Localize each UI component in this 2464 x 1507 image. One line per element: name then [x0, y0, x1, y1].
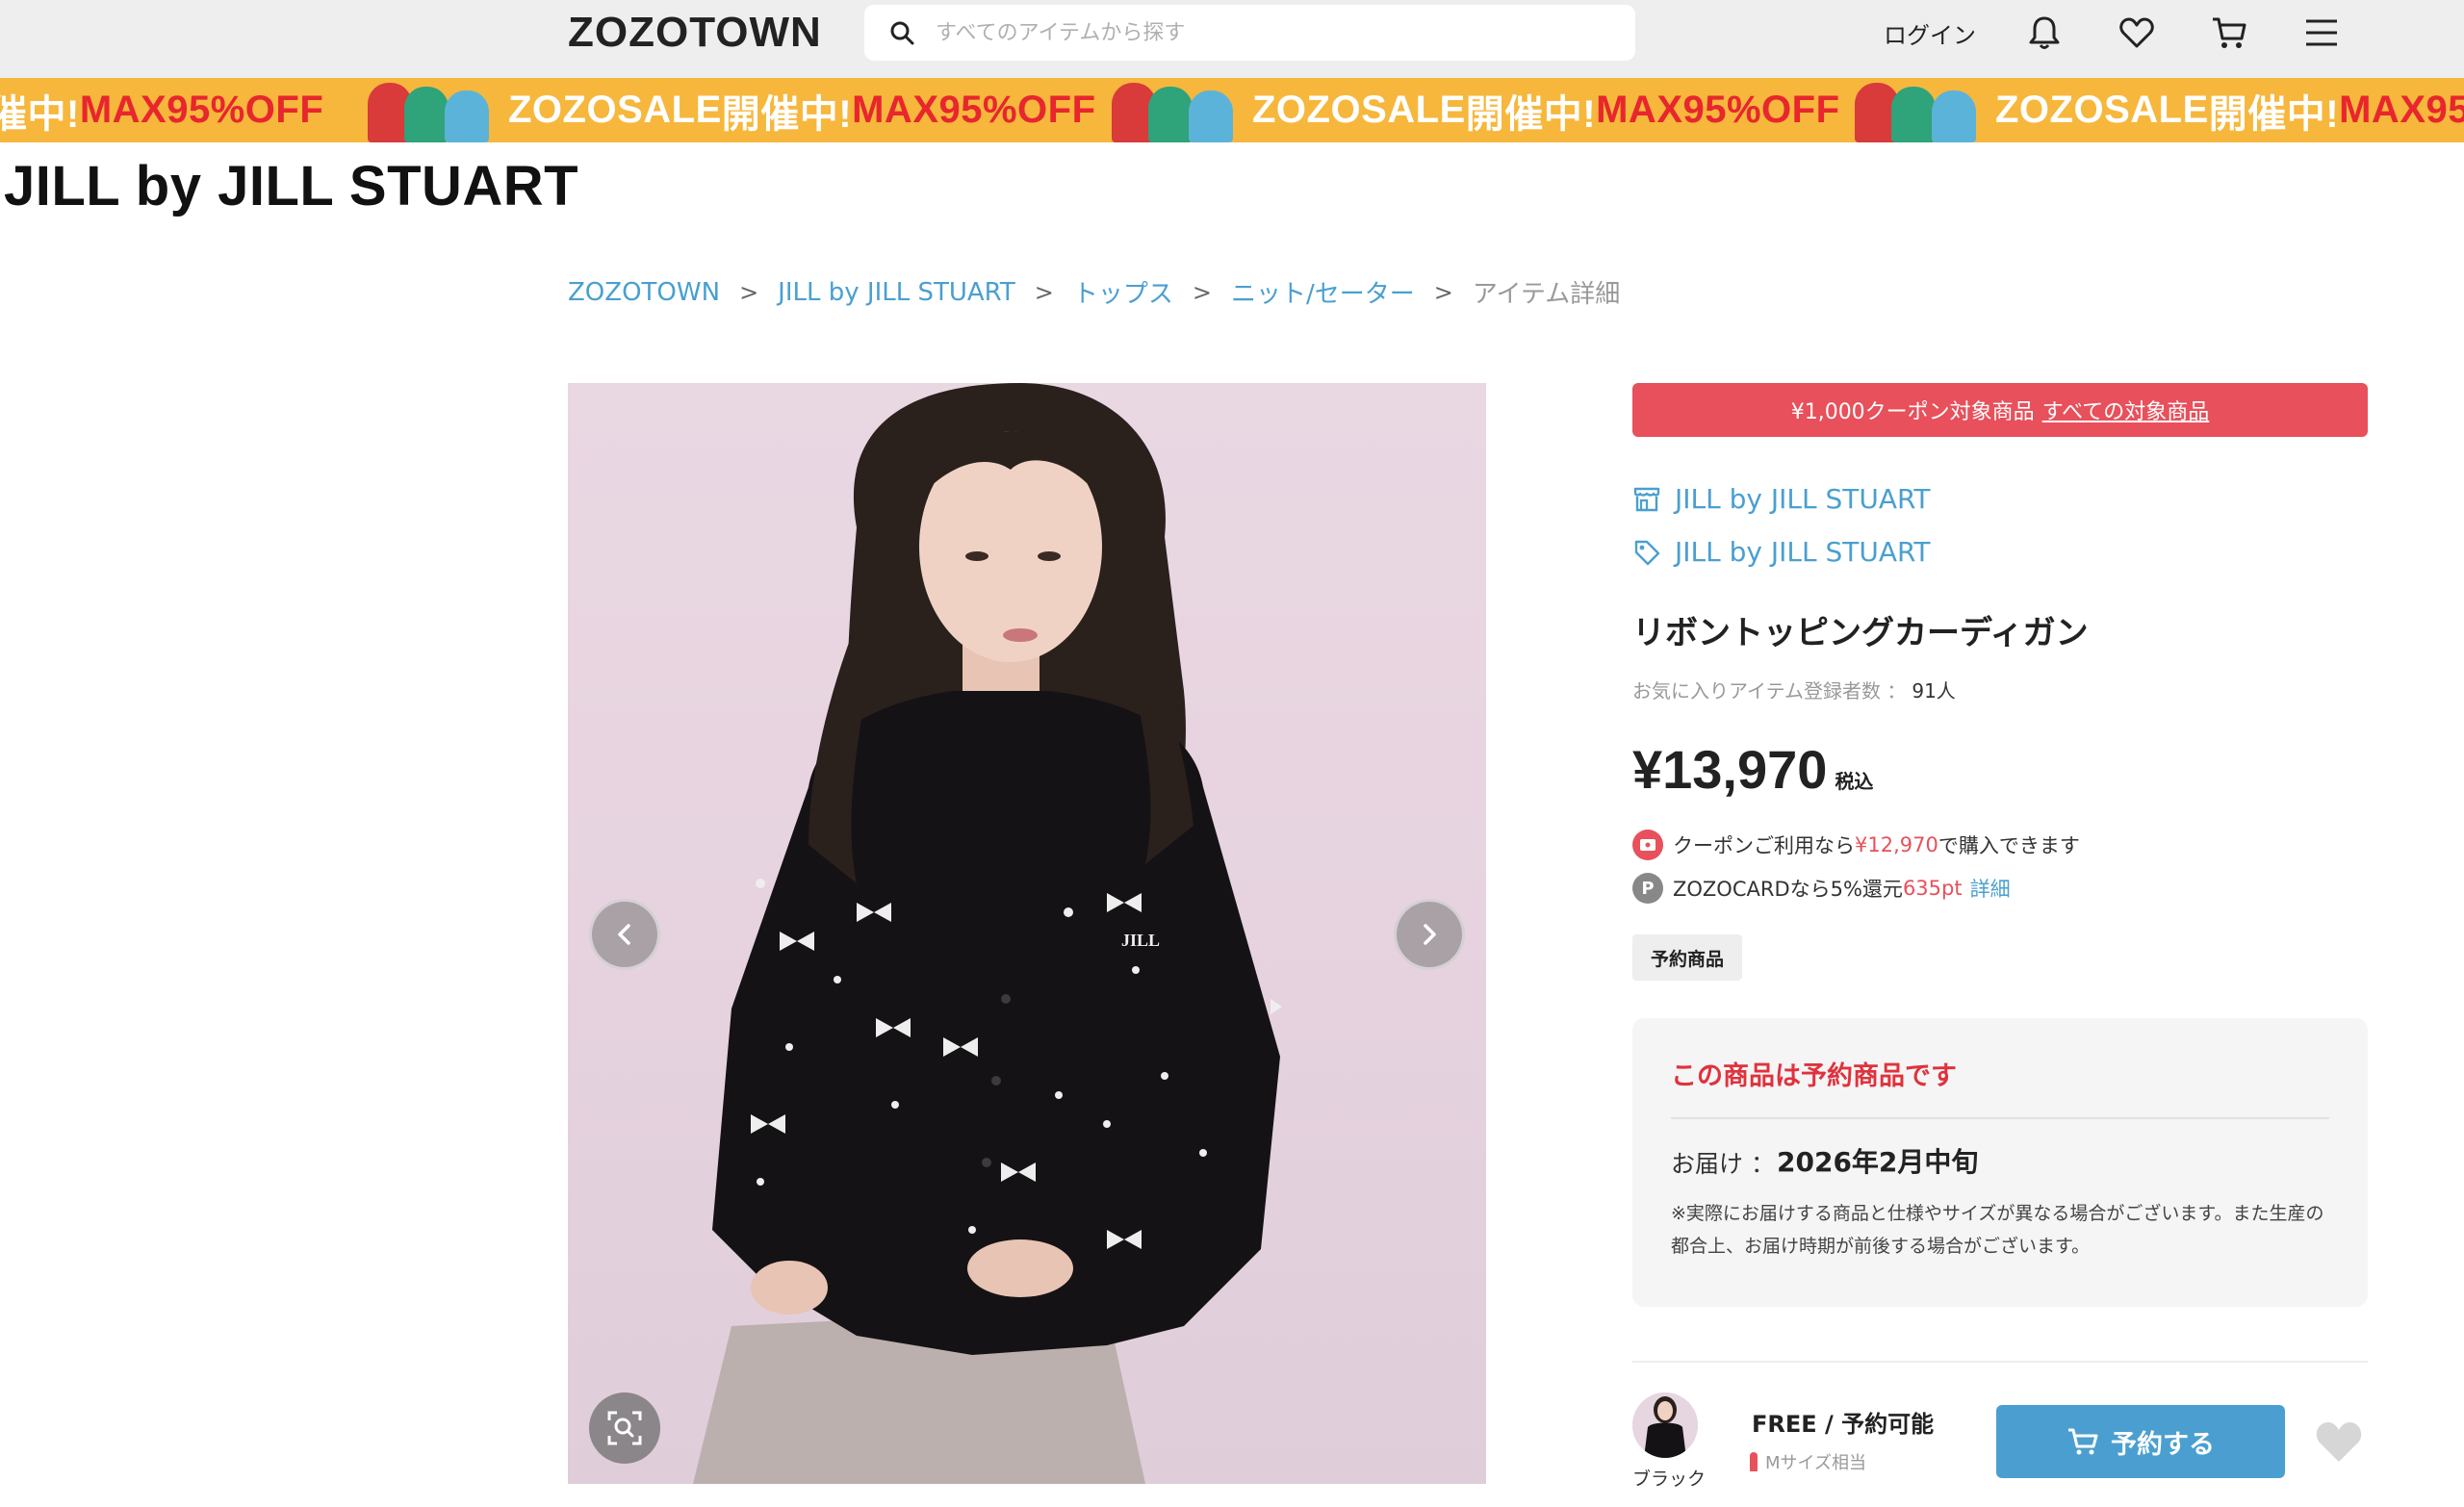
all-coupon-items-link[interactable]: すべての対象商品 — [2042, 395, 2210, 425]
reserve-button-label: 予約する — [2111, 1429, 2215, 1460]
favorite-count-label: お気に入りアイテム登録者数 ： — [1632, 679, 1907, 702]
chevron-left-icon — [618, 924, 630, 945]
coupon-price-note: クーポンご利用なら ¥12,970 で購入できます — [1632, 830, 2080, 860]
banner-segment: 催中! MAX95%OFF — [0, 89, 324, 136]
preorder-title: この商品は予約商品です — [1671, 1061, 1957, 1091]
coupon-ticket-icon — [1632, 830, 1663, 860]
delivery-date: 2026年2月中旬 — [1777, 1146, 1979, 1178]
product-photo: JILL — [693, 383, 1282, 1484]
menu-icon[interactable] — [2302, 13, 2341, 52]
banner-segment: ZOZOSALE 開催中! MAX95 — [1851, 78, 2464, 142]
banner-segment: ZOZOSALE 開催中! MAX95%OFF — [1108, 78, 1840, 142]
zozocard-note: P ZOZOCARDなら5%還元 635pt 詳細 — [1632, 873, 2011, 904]
breadcrumb: ZOZOTOWN > JILL by JILL STUART > トップス > … — [568, 274, 1620, 310]
banner-models-image — [1851, 78, 1986, 142]
tag-icon — [1634, 540, 1660, 565]
delivery-label: お届け ： — [1671, 1150, 1775, 1178]
price-value: ¥13,970 — [1632, 739, 1828, 800]
coupon-banner: ¥1,000クーポン対象商品 すべての対象商品 — [1632, 383, 2368, 437]
shop-link[interactable]: JILL by JILL STUART — [1632, 483, 1931, 515]
chevron-right-icon: > — [1433, 278, 1453, 306]
favorite-count: お気に入りアイテム登録者数 ： 91人 — [1632, 676, 1956, 703]
favorite-heart-icon[interactable] — [2314, 1418, 2364, 1465]
divider — [1671, 1117, 2329, 1119]
size-fit-note: Mサイズ相当 — [1750, 1449, 1866, 1474]
banner-models-image — [364, 78, 499, 142]
coupon-banner-text: ¥1,000クーポン対象商品 — [1790, 400, 2035, 424]
chevron-right-icon — [1424, 924, 1436, 945]
coupon-price: ¥12,970 — [1855, 833, 1938, 856]
heart-icon[interactable] — [2118, 13, 2156, 52]
card-points: 635pt — [1902, 877, 1963, 900]
brand-name[interactable]: JILL by JILL STUART — [1675, 536, 1931, 568]
breadcrumb-item-knit[interactable]: ニット/セーター — [1231, 274, 1415, 310]
shop-icon — [1633, 487, 1660, 511]
delivery-caution: ※実際にお届けする商品と仕様やサイズが異なる場合がございます。また生産の都合上、… — [1671, 1203, 2324, 1257]
banner-models-image — [1108, 78, 1243, 142]
color-swatch-thumbnail[interactable] — [1632, 1392, 1698, 1458]
brand-link[interactable]: JILL by JILL STUART — [1632, 536, 1931, 568]
product-title: リボントッピングカーディガン — [1632, 614, 2089, 652]
search-input[interactable] — [936, 13, 1609, 52]
favorite-count-value: 91人 — [1912, 679, 1956, 702]
cart-icon — [2068, 1428, 2098, 1455]
sale-banner[interactable]: 催中! MAX95%OFF ZOZOSALE 開催中! MAX95%OFF ZOZOS… — [0, 78, 2464, 142]
shop-name[interactable]: JILL by JILL STUART — [1675, 483, 1931, 515]
bell-icon[interactable] — [2025, 13, 2064, 52]
zoom-image-button[interactable] — [589, 1392, 660, 1464]
svg-text:JILL: JILL — [1121, 931, 1160, 950]
price: ¥13,970 税込 — [1632, 738, 1873, 801]
cart-icon[interactable] — [2210, 13, 2248, 52]
tax-label: 税込 — [1835, 770, 1874, 793]
search-box[interactable] — [864, 5, 1635, 61]
chevron-right-icon: > — [1034, 278, 1054, 306]
site-header: ZOZOTOWN ログイン — [0, 0, 2464, 78]
breadcrumb-item-brand[interactable]: JILL by JILL STUART — [778, 278, 1015, 307]
login-link[interactable]: ログイン — [1884, 16, 1976, 50]
banner-segment: ZOZOSALE 開催中! MAX95%OFF — [364, 78, 1096, 142]
breadcrumb-item-tops[interactable]: トップス — [1073, 274, 1173, 310]
preorder-info-box: この商品は予約商品です お届け ： 2026年2月中旬 ※実際にお届けする商品と… — [1632, 1018, 2368, 1307]
search-icon — [890, 21, 914, 45]
prev-image-button[interactable] — [589, 899, 660, 970]
chevron-right-icon: > — [739, 278, 759, 306]
breadcrumb-item-zozotown[interactable]: ZOZOTOWN — [568, 278, 720, 307]
zozotown-logo[interactable]: ZOZOTOWN — [568, 9, 822, 57]
zoom-icon — [607, 1411, 642, 1445]
size-availability: FREE / 予約可能 — [1752, 1411, 1935, 1438]
color-label: ブラック — [1632, 1469, 1707, 1490]
next-image-button[interactable] — [1394, 899, 1465, 970]
chevron-right-icon: > — [1192, 278, 1212, 306]
breadcrumb-current: アイテム詳細 — [1472, 280, 1621, 309]
product-main-image[interactable]: JILL — [568, 383, 1486, 1484]
reserve-button[interactable]: 予約する — [1996, 1405, 2285, 1478]
person-icon — [1750, 1452, 1758, 1471]
divider — [1632, 1361, 2368, 1363]
card-detail-link[interactable]: 詳細 — [1970, 874, 2011, 903]
points-icon: P — [1632, 873, 1663, 904]
preorder-tag: 予約商品 — [1632, 934, 1742, 981]
brand-heading[interactable]: JILL by JILL STUART — [4, 154, 578, 218]
